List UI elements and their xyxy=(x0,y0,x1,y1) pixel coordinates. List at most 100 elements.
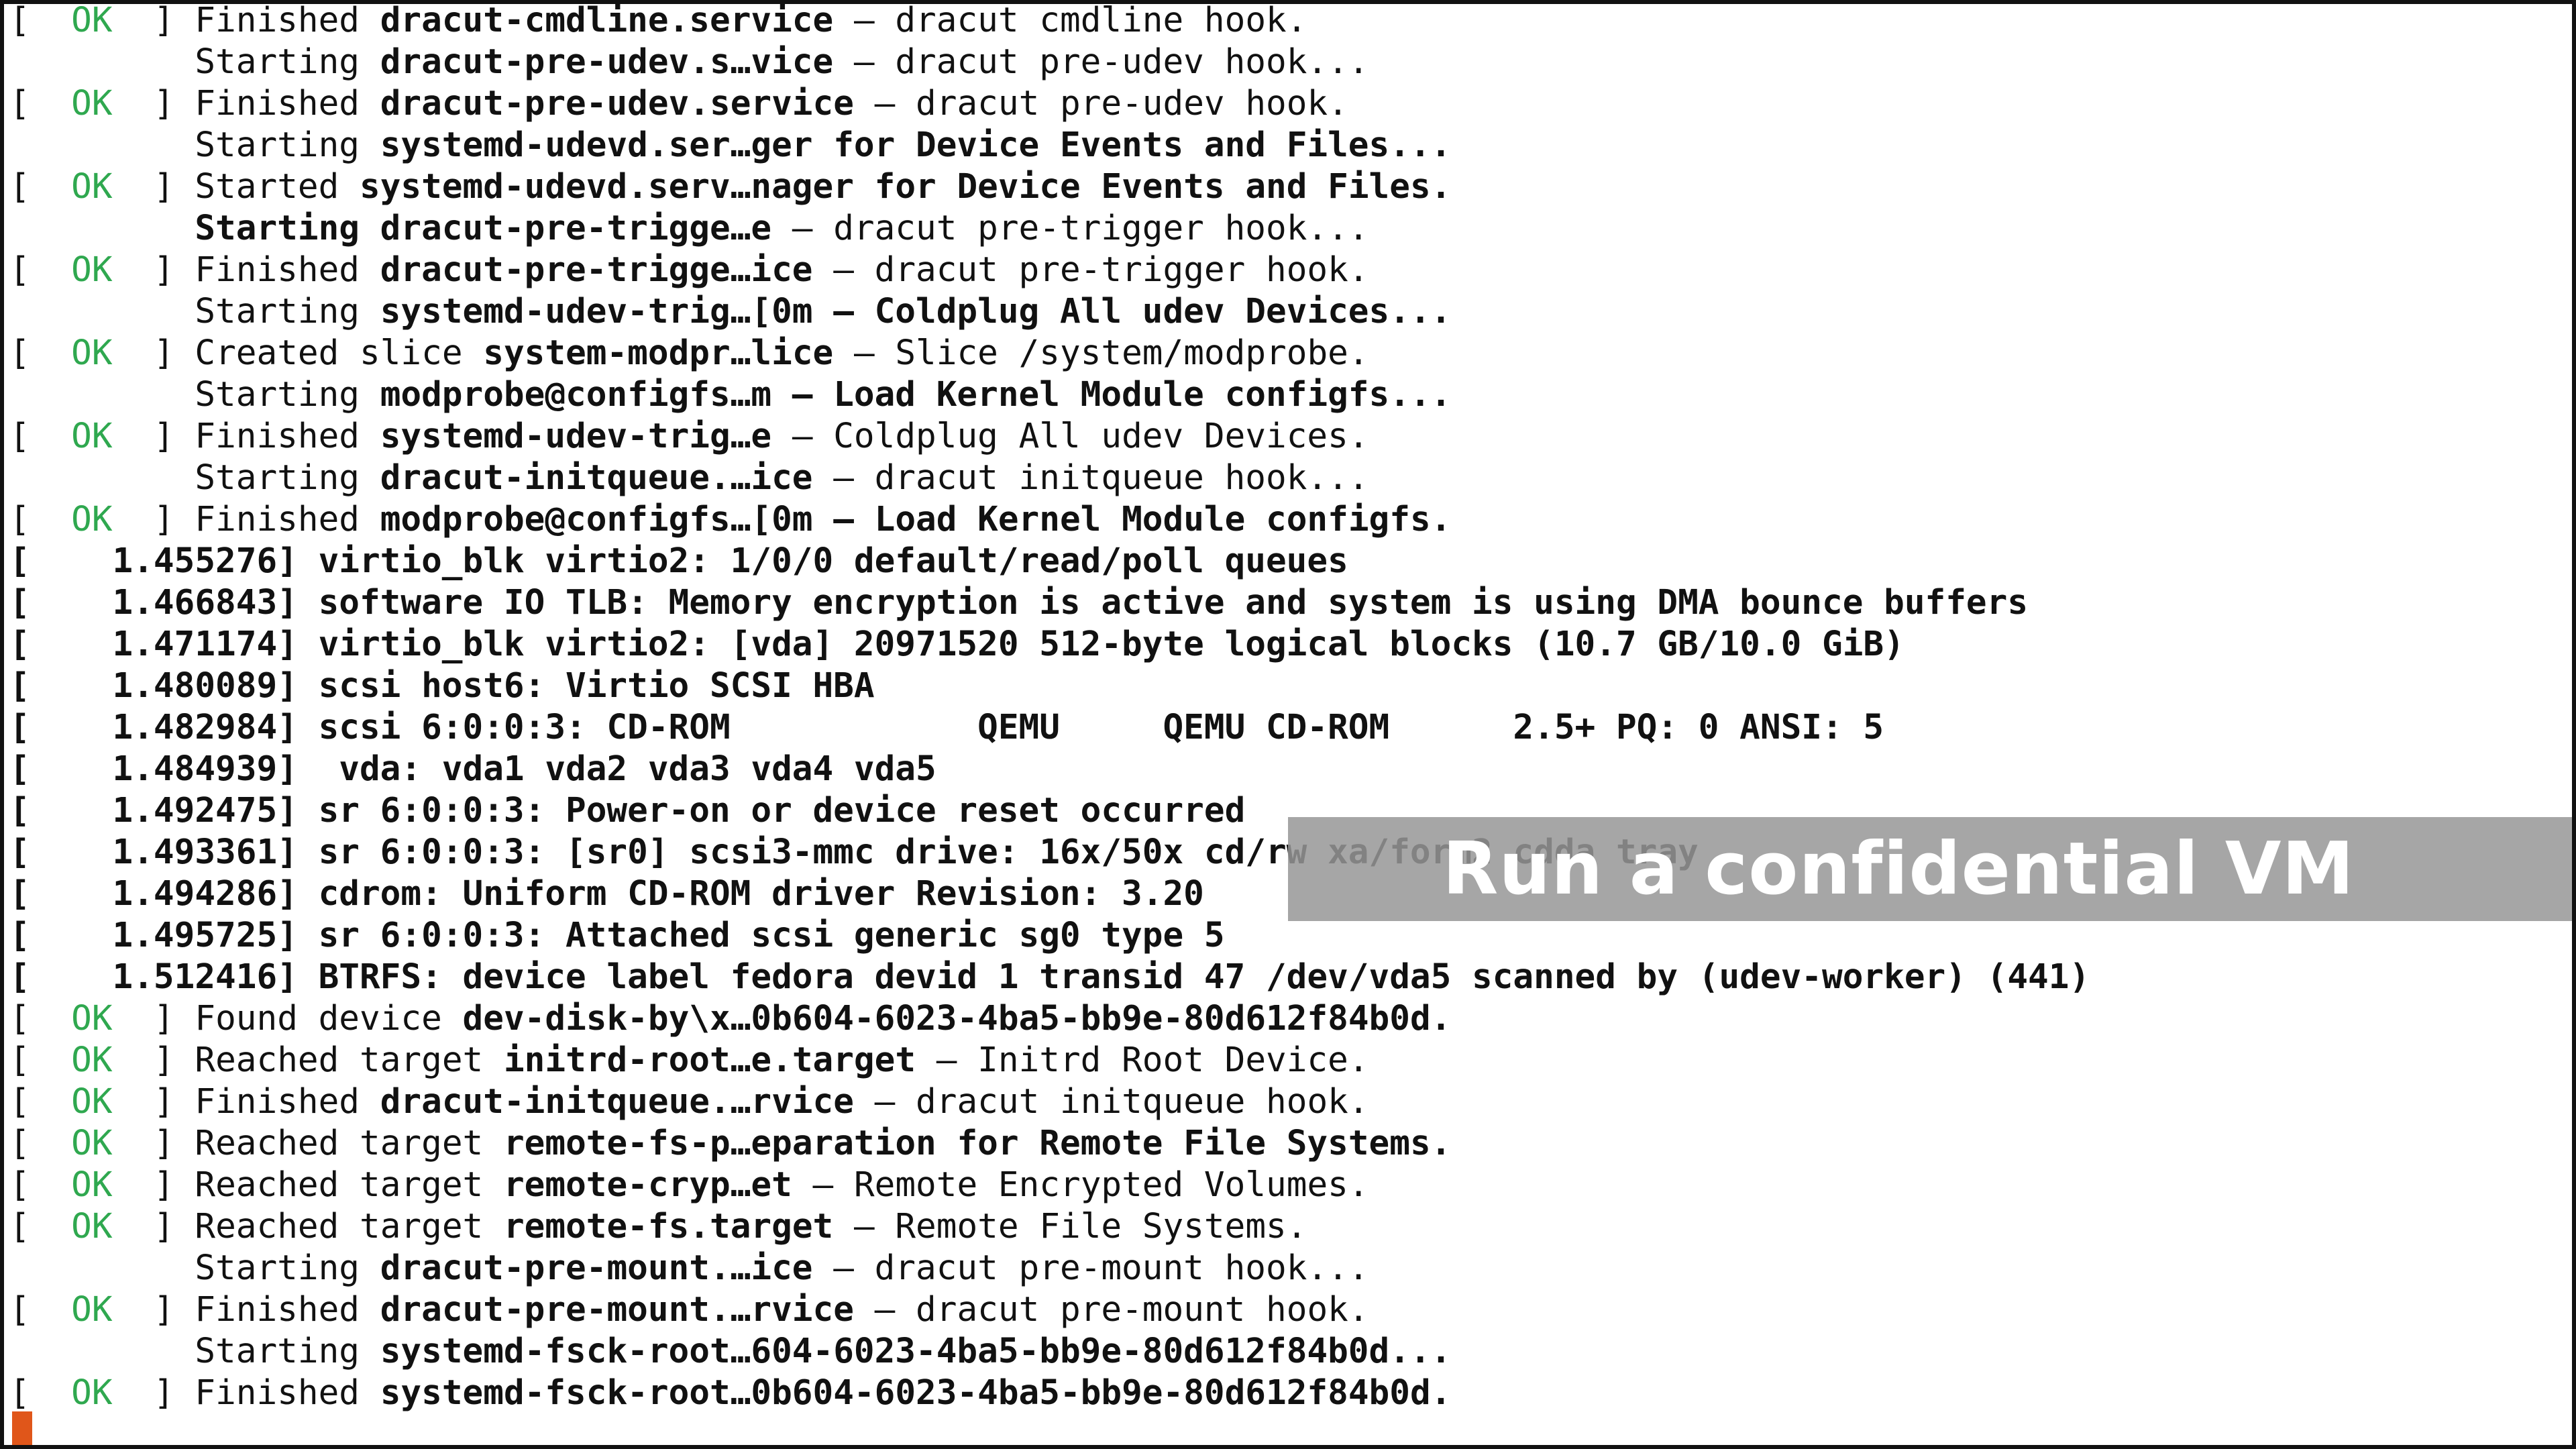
status-bracket-open: [ xyxy=(9,1373,72,1413)
status-bracket-close: ] xyxy=(112,84,195,123)
status-ok: OK xyxy=(71,1082,113,1122)
console-line: Starting modprobe@configfs…m – Load Kern… xyxy=(9,374,2572,416)
message-verb: Finished xyxy=(195,1082,380,1122)
status-bracket-open: [ xyxy=(9,1207,72,1246)
unit-name: systemd-udev-trig…e xyxy=(380,417,772,456)
message-verb: Finished xyxy=(195,1,380,40)
status-bracket-open: [ xyxy=(9,999,72,1038)
console-line: Starting dracut-pre-udev.s…vice – dracut… xyxy=(9,42,2572,83)
kernel-message: [ 1.495725] sr 6:0:0:3: Attached scsi ge… xyxy=(9,916,1225,955)
console-line: [ OK ] Created slice system-modpr…lice –… xyxy=(9,333,2572,374)
unit-name: dracut-initqueue.…ice xyxy=(380,458,813,498)
unit-name: initrd-root…e.target xyxy=(503,1040,916,1080)
unit-description: – dracut pre-udev hook. xyxy=(853,84,1348,123)
kernel-message: [ 1.482984] scsi 6:0:0:3: CD-ROM QEMU QE… xyxy=(9,708,1884,747)
message-verb: Starting xyxy=(195,125,380,165)
console-output: [ OK ] Finished dracut-cmdline.service –… xyxy=(9,0,2572,1449)
console-line: Starting systemd-udevd.ser…ger for Devic… xyxy=(9,125,2572,166)
status-bracket-open: [ xyxy=(9,1082,72,1122)
kernel-message: [ 1.455276] virtio_blk virtio2: 1/0/0 de… xyxy=(9,541,1348,581)
message-verb: Finished xyxy=(195,84,380,123)
console-line: Starting dracut-pre-mount.…ice – dracut … xyxy=(9,1248,2572,1289)
console-line: [ OK ] Finished dracut-pre-udev.service … xyxy=(9,83,2572,125)
status-bracket-open: [ xyxy=(9,1,72,40)
status-ok: OK xyxy=(71,1124,113,1163)
message-verb: Finished xyxy=(195,250,380,290)
status-bracket-close: ] xyxy=(112,1124,195,1163)
console-line: [ OK ] Finished systemd-udev-trig…e – Co… xyxy=(9,416,2572,458)
kernel-message: [ 1.466843] software IO TLB: Memory encr… xyxy=(9,583,2029,623)
unit-description: – Remote Encrypted Volumes. xyxy=(792,1165,1369,1205)
console-line: [ OK ] Finished dracut-pre-trigge…ice – … xyxy=(9,250,2572,291)
status-ok: OK xyxy=(71,417,113,456)
console-line: Starting systemd-fsck-root…604-6023-4ba5… xyxy=(9,1331,2572,1373)
unit-description: – dracut initqueue hook. xyxy=(853,1082,1369,1122)
kernel-message: [ 1.484939] vda: vda1 vda2 vda3 vda4 vda… xyxy=(9,749,936,789)
status-bracket-open: [ xyxy=(9,1040,72,1080)
message-verb: Found device xyxy=(195,999,463,1038)
status-ok: OK xyxy=(71,1165,113,1205)
status-bracket-open: [ xyxy=(9,84,72,123)
console-line: [ 1.480089] scsi host6: Virtio SCSI HBA xyxy=(9,665,2572,707)
status-bracket-close: ] xyxy=(112,1373,195,1413)
unit-name: remote-fs-p…eparation for Remote File Sy… xyxy=(503,1124,1452,1163)
kernel-message: [ 1.480089] scsi host6: Virtio SCSI HBA xyxy=(9,666,875,706)
unit-description: – dracut cmdline hook. xyxy=(833,1,1307,40)
unit-description: – Coldplug All udev Devices. xyxy=(771,417,1369,456)
console-line: [ 1.495725] sr 6:0:0:3: Attached scsi ge… xyxy=(9,915,2572,957)
console-line: [ OK ] Finished dracut-cmdline.service –… xyxy=(9,0,2572,42)
status-indent xyxy=(9,1248,195,1288)
console-line: [ OK ] Found device dev-disk-by\x…0b604-… xyxy=(9,998,2572,1040)
status-indent xyxy=(9,458,195,498)
status-bracket-close: ] xyxy=(112,1,195,40)
console-line: [ 1.482984] scsi 6:0:0:3: CD-ROM QEMU QE… xyxy=(9,707,2572,749)
unit-name: systemd-fsck-root…0b604-6023-4ba5-bb9e-8… xyxy=(380,1373,1452,1413)
status-ok: OK xyxy=(71,333,113,373)
status-indent xyxy=(9,125,195,165)
video-title-banner: Run a confidential VM xyxy=(1288,817,2576,921)
unit-name: dracut-pre-trigge…ice xyxy=(380,250,813,290)
message-verb: Reached target xyxy=(195,1165,504,1205)
status-bracket-open: [ xyxy=(9,1290,72,1330)
console-line: Starting dracut-pre-trigge…e – dracut pr… xyxy=(9,208,2572,250)
status-bracket-open: [ xyxy=(9,500,72,539)
unit-description: – dracut pre-udev hook... xyxy=(833,42,1369,82)
unit-name: systemd-fsck-root…604-6023-4ba5-bb9e-80d… xyxy=(380,1332,1452,1371)
status-ok: OK xyxy=(71,1290,113,1330)
console-line: [ OK ] Finished systemd-fsck-root…0b604-… xyxy=(9,1373,2572,1414)
unit-name: systemd-udevd.ser…ger for Device Events … xyxy=(380,125,1452,165)
status-bracket-close: ] xyxy=(112,1040,195,1080)
message-verb: Starting xyxy=(195,42,380,82)
console-line: [ OK ] Finished modprobe@configfs…[0m – … xyxy=(9,499,2572,541)
unit-name: modprobe@configfs…m – Load Kernel Module… xyxy=(380,375,1452,415)
console-line: [ OK ] Finished dracut-pre-mount.…rvice … xyxy=(9,1289,2572,1331)
video-title: Run a confidential VM xyxy=(1442,827,2355,911)
status-bracket-close: ] xyxy=(112,500,195,539)
message-verb: Starting xyxy=(195,1248,380,1288)
message-verb: Started xyxy=(195,167,360,207)
status-bracket-close: ] xyxy=(112,333,195,373)
status-ok: OK xyxy=(71,1040,113,1080)
console-line: Starting dracut-initqueue.…ice – dracut … xyxy=(9,458,2572,499)
console-line: [ OK ] Finished dracut-initqueue.…rvice … xyxy=(9,1081,2572,1123)
message-verb: Finished xyxy=(195,500,380,539)
console-line: [ 1.484939] vda: vda1 vda2 vda3 vda4 vda… xyxy=(9,749,2572,790)
status-bracket-close: ] xyxy=(112,1165,195,1205)
status-bracket-close: ] xyxy=(112,1290,195,1330)
unit-name: dracut-cmdline.service xyxy=(380,1,834,40)
unit-description: – Remote File Systems. xyxy=(833,1207,1307,1246)
console-line: [ 1.512416] BTRFS: device label fedora d… xyxy=(9,957,2572,998)
message-verb: Starting xyxy=(195,1332,380,1371)
status-ok: OK xyxy=(71,500,113,539)
message-verb: Finished xyxy=(195,1373,380,1413)
unit-description: – dracut pre-mount hook... xyxy=(812,1248,1369,1288)
console-line: [ 1.466843] software IO TLB: Memory encr… xyxy=(9,582,2572,624)
console-line: [ OK ] Reached target initrd-root…e.targ… xyxy=(9,1040,2572,1081)
status-bracket-open: [ xyxy=(9,1124,72,1163)
console-line: Starting systemd-udev-trig…[0m – Coldplu… xyxy=(9,291,2572,333)
status-ok: OK xyxy=(71,999,113,1038)
status-indent xyxy=(9,1332,195,1371)
unit-name: modprobe@configfs…[0m – Load Kernel Modu… xyxy=(380,500,1452,539)
unit-description: – dracut pre-trigger hook. xyxy=(812,250,1369,290)
status-bracket-open: [ xyxy=(9,1165,72,1205)
